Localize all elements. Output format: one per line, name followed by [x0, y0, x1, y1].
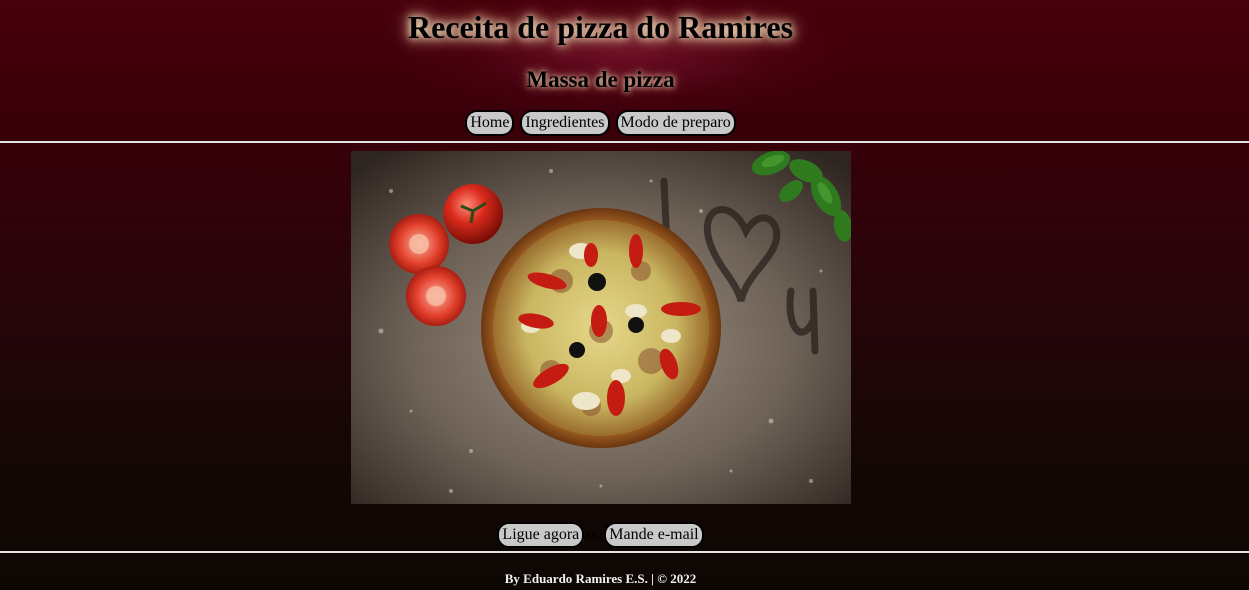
page-title: Receita de pizza do Ramires	[407, 9, 794, 45]
send-email-button[interactable]: Mande e-mail	[604, 522, 704, 548]
page-header: Receita de pizza do Ramires Massa de piz…	[0, 0, 1249, 142]
main-nav: Home Ingredientes Modo de preparo	[0, 110, 1201, 136]
page-subtitle: Massa de pizza	[526, 67, 675, 92]
footer-divider	[0, 551, 1249, 553]
call-now-button[interactable]: Ligue agora	[497, 522, 585, 548]
nav-modo-de-preparo-button[interactable]: Modo de preparo	[615, 110, 736, 136]
pizza-image	[351, 151, 851, 504]
nav-home-button[interactable]: Home	[465, 110, 515, 136]
contact-separator: ou	[586, 526, 603, 543]
contact-nav: Ligue agora ou Mande e-mail	[0, 522, 1201, 548]
page-footer: By Eduardo Ramires E.S. | © 2022	[504, 571, 697, 586]
header-divider	[0, 141, 1249, 143]
nav-ingredientes-button[interactable]: Ingredientes	[520, 110, 610, 136]
